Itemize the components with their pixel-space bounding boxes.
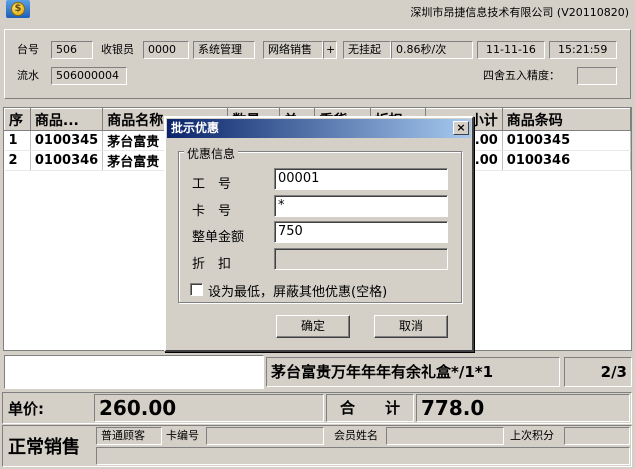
coin-icon: $ xyxy=(11,2,25,16)
row-seq: 2 xyxy=(4,150,31,171)
col-seq[interactable]: 序 xyxy=(4,108,31,131)
discount-dialog: 批示优惠 × 优惠信息 工 号 00001 卡 号 * 整单金额 750 折 扣… xyxy=(164,116,474,352)
card-number-input[interactable]: * xyxy=(274,195,448,217)
col-code[interactable]: 商品... xyxy=(29,108,104,131)
member-name-label: 会员姓名 xyxy=(334,429,378,442)
network-sales-field: 网络销售 xyxy=(263,41,323,59)
terminal-field: 506 xyxy=(51,41,93,59)
discount-info-legend: 优惠信息 xyxy=(184,145,239,162)
card-number-label: 卡 号 xyxy=(192,204,232,219)
total-amount-label: 整单金额 xyxy=(192,230,245,245)
ok-button[interactable]: 确定 xyxy=(276,315,350,338)
cancel-button[interactable]: 取消 xyxy=(374,315,448,338)
total-value: 778.0 xyxy=(416,394,630,422)
network-sign: + xyxy=(323,41,337,59)
set-lowest-checkbox[interactable] xyxy=(190,283,203,296)
set-lowest-label: 设为最低，屏蔽其他优惠(空格) xyxy=(208,285,388,300)
hang-status: 无挂起 xyxy=(343,41,391,59)
customer-type: 普通顾客 xyxy=(96,427,162,445)
barcode-input[interactable] xyxy=(4,355,264,389)
member-name-field xyxy=(386,427,504,445)
dialog-title: 批示优惠 xyxy=(167,119,471,138)
rounding-label: 四舍五入精度： xyxy=(483,69,560,82)
unit-price-value: 260.00 xyxy=(94,394,324,422)
row-code: 0100346 xyxy=(30,150,104,171)
speed-indicator: 0.86秒/次 xyxy=(391,41,473,59)
system-management-button[interactable]: 系统管理 xyxy=(193,41,255,59)
serial-field: 506000004 xyxy=(51,67,127,85)
card-number-field xyxy=(206,427,324,445)
row-barcode: 0100346 xyxy=(502,150,631,171)
close-icon[interactable]: × xyxy=(453,121,469,135)
discount-input[interactable] xyxy=(274,248,448,270)
rounding-field xyxy=(577,67,617,85)
time-field: 15:21:59 xyxy=(549,41,617,59)
total-amount-input[interactable]: 750 xyxy=(274,221,448,243)
staff-number-input[interactable]: 00001 xyxy=(274,168,448,190)
sale-mode: 正常销售 xyxy=(8,437,80,458)
total-label: 合 计 xyxy=(326,394,414,422)
row-barcode: 0100345 xyxy=(502,130,631,151)
col-barcode[interactable]: 商品条码 xyxy=(501,108,631,131)
row-code: 0100345 xyxy=(30,130,104,151)
points-label: 上次积分 xyxy=(510,429,554,442)
status-message-field xyxy=(96,447,630,465)
points-field xyxy=(564,427,630,445)
page-indicator: 2/3 xyxy=(564,357,632,387)
cashier-field: 0000 xyxy=(143,41,189,59)
unit-price-label: 单价: xyxy=(8,400,44,418)
item-description: 茅台富贵万年年年有余礼盒*/1*1 xyxy=(266,357,560,387)
date-field: 11-11-16 xyxy=(477,41,545,59)
company-title: 深圳市昂捷信息技术有限公司 (V20110820) xyxy=(410,6,629,19)
serial-label: 流水 xyxy=(17,69,39,82)
discount-label: 折 扣 xyxy=(192,257,232,272)
app-logo: $ xyxy=(6,0,30,18)
row-seq: 1 xyxy=(4,130,31,151)
cashier-label: 收银员 xyxy=(101,43,134,56)
terminal-label: 台号 xyxy=(17,43,39,56)
staff-number-label: 工 号 xyxy=(192,177,232,192)
info-panel: 台号 506 收银员 0000 系统管理 网络销售 + 无挂起 0.86秒/次 … xyxy=(4,29,631,99)
card-number-label: 卡编号 xyxy=(166,429,199,442)
